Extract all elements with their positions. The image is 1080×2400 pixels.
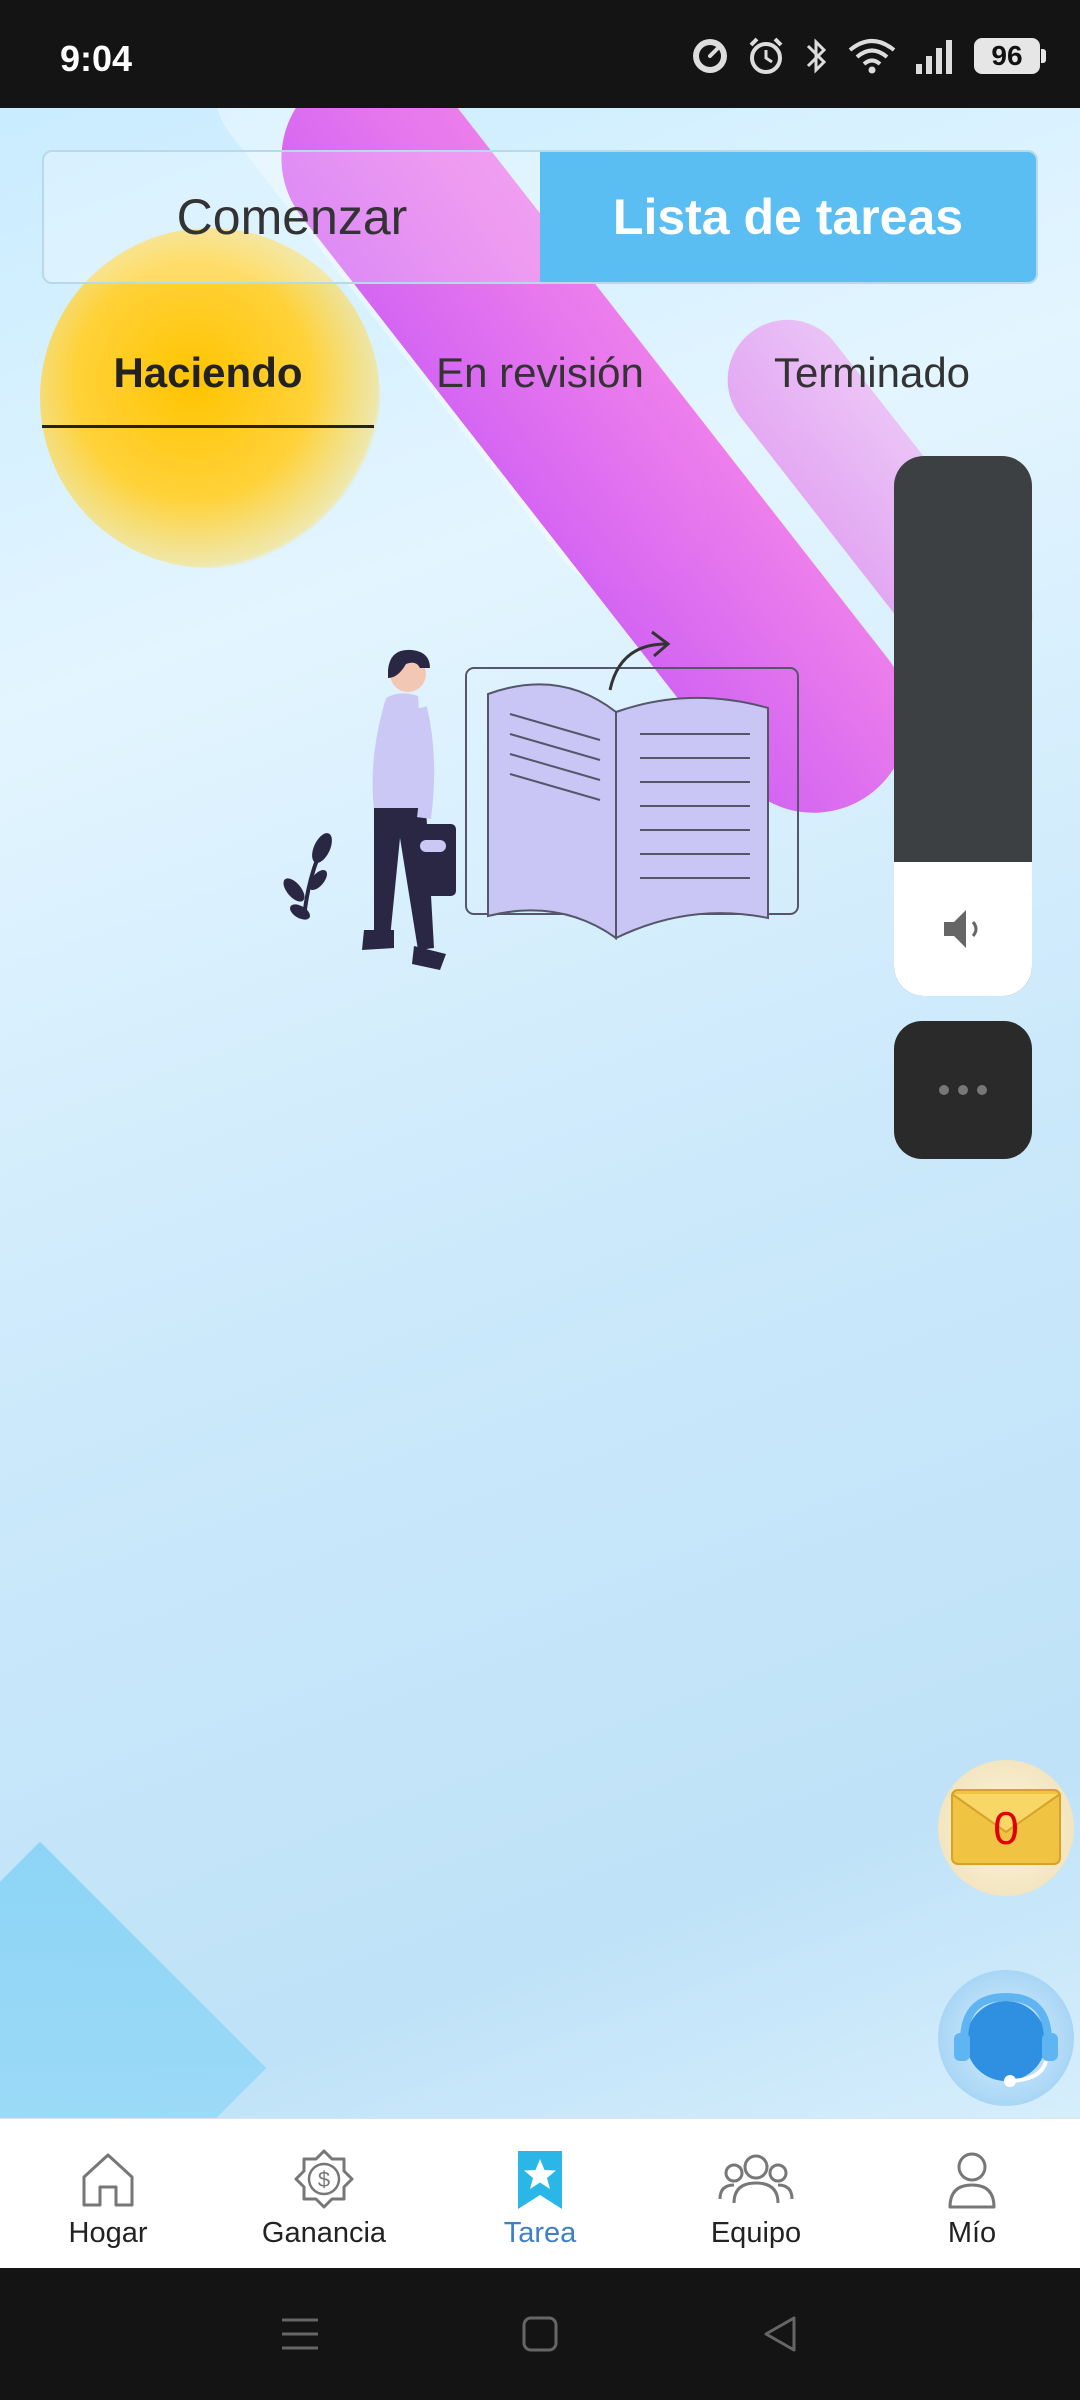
headset-icon bbox=[954, 1992, 1058, 2087]
tab-haciendo[interactable]: Haciendo bbox=[42, 318, 374, 428]
mail-button[interactable]: 0 bbox=[938, 1760, 1074, 1896]
speed-icon bbox=[693, 39, 727, 73]
nav-item-equipo[interactable]: Equipo bbox=[648, 2119, 864, 2268]
bluetooth-icon bbox=[806, 38, 827, 74]
nav-item-mio[interactable]: Mío bbox=[864, 2119, 1080, 2268]
svg-text:$: $ bbox=[318, 2167, 330, 2192]
person-icon bbox=[362, 649, 456, 970]
home-square-icon[interactable] bbox=[518, 2312, 562, 2356]
nav-label-tarea: Tarea bbox=[503, 2217, 577, 2249]
tab-en-revision[interactable]: En revisión bbox=[374, 318, 706, 428]
book-icon bbox=[465, 630, 799, 940]
system-navigation-bar bbox=[0, 2268, 1080, 2400]
volume-icon bbox=[944, 910, 978, 948]
nav-label-ganancia: Ganancia bbox=[261, 2217, 387, 2249]
mail-count: 0 bbox=[993, 1802, 1019, 1854]
support-button[interactable] bbox=[938, 1970, 1074, 2106]
segment-comenzar[interactable]: Comenzar bbox=[44, 152, 540, 282]
nav-label-hogar: Hogar bbox=[68, 2217, 148, 2249]
signal-icon bbox=[916, 40, 952, 74]
nav-item-hogar[interactable]: Hogar bbox=[0, 2119, 216, 2268]
main-content: Comenzar Lista de tareas Haciendo En rev… bbox=[0, 108, 1080, 2118]
status-time: 9:04 bbox=[60, 38, 133, 79]
background-decoration bbox=[0, 1841, 267, 2118]
nav-label-mio: Mío bbox=[947, 2217, 997, 2249]
volume-button[interactable] bbox=[894, 862, 1032, 996]
nav-label-equipo: Equipo bbox=[710, 2217, 802, 2249]
volume-panel[interactable] bbox=[894, 456, 1032, 996]
more-icon[interactable] bbox=[894, 1021, 1032, 1159]
bottom-navigation: Hogar $ Ganancia Tarea Equipo Mío bbox=[0, 2118, 1080, 2268]
empty-state-illustration bbox=[283, 630, 799, 970]
segmented-control: Comenzar Lista de tareas bbox=[42, 150, 1038, 284]
menu-icon[interactable] bbox=[278, 2312, 322, 2356]
alarm-icon bbox=[749, 37, 783, 74]
segment-lista-de-tareas[interactable]: Lista de tareas bbox=[540, 152, 1036, 282]
home-icon bbox=[82, 2153, 134, 2207]
battery-icon: 96 bbox=[974, 38, 1046, 74]
nav-item-tarea[interactable]: Tarea bbox=[432, 2119, 648, 2268]
status-icons: 96 bbox=[690, 34, 1046, 78]
sub-tabs: Haciendo En revisión Terminado bbox=[42, 318, 1038, 428]
task-star-icon bbox=[518, 2151, 562, 2209]
mail-icon: 0 bbox=[951, 1789, 1061, 1865]
nav-item-ganancia[interactable]: $ Ganancia bbox=[216, 2119, 432, 2268]
status-bar: 9:04 96 bbox=[0, 0, 1080, 108]
back-icon[interactable] bbox=[758, 2312, 802, 2356]
plant-icon bbox=[283, 833, 332, 920]
earnings-icon: $ bbox=[294, 2149, 354, 2209]
team-icon bbox=[718, 2154, 794, 2204]
tab-terminado[interactable]: Terminado bbox=[706, 318, 1038, 428]
wifi-icon bbox=[848, 39, 896, 74]
profile-icon bbox=[948, 2152, 996, 2209]
